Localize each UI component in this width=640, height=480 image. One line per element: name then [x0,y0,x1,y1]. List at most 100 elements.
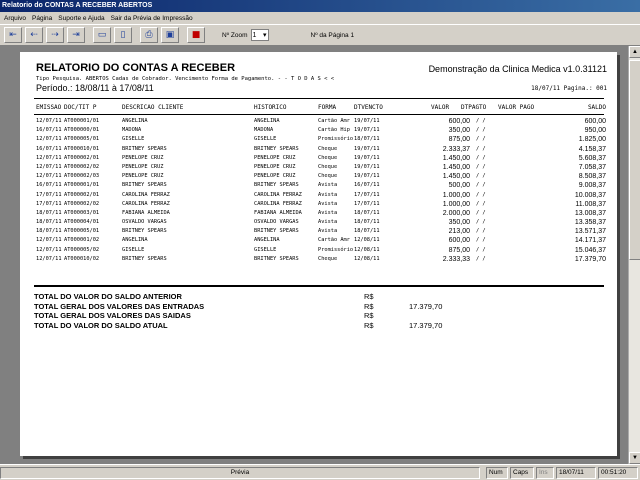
cell-saldo: 10.008,37 [574,191,606,199]
two-page-button[interactable]: ▯ [114,27,132,43]
print-icon: ⎙ [145,30,153,40]
header-historico: HISTORICO [254,104,287,111]
cell-doc: AT000002/01 [64,154,100,161]
cell-forma: Avista [318,219,338,226]
export-button[interactable]: ▣ [161,27,179,43]
next-page-icon: ⇢ [51,30,59,40]
cell-historico: PENELOPE CRUZ [254,173,296,180]
prev-page-button[interactable]: ⇠ [25,27,43,43]
cell-emissao: 16/07/11 [36,145,62,152]
cell-vencimento: 16/07/11 [354,182,380,189]
cell-historico: ANGELINA [254,118,280,124]
header-doc: DOC/TIT P [64,104,97,111]
cell-forma: Avista [318,200,338,207]
cell-doc: AT000005/02 [64,246,100,253]
first-page-button[interactable]: ⇤ [4,27,22,43]
cell-saldo: 9.008,37 [578,182,606,190]
cell-dtpag: / / [476,182,486,189]
cell-emissao: 16/07/11 [36,182,62,189]
cell-dtpag: / / [476,118,486,124]
header-saldo: SALDO [587,104,606,111]
cell-valor: 213,00 [448,228,470,236]
header-vencimento: DTVENCTO [354,104,383,111]
menu-item[interactable]: Página [32,15,52,22]
cell-historico: BRITNEY SPEARS [254,228,299,235]
company-name: Demonstração da Clinica Medica v1.0.3112… [428,64,607,74]
table-row: 12/07/11 AT000010/02 BRITNEY SPEARS BRITNEY… [36,256,606,265]
scroll-thumb[interactable] [629,60,640,260]
cell-vencimento: 18/07/11 [354,136,380,143]
cell-valor: 2.333,37 [442,145,470,153]
cell-emissao: 18/07/11 [36,228,62,235]
cell-emissao: 12/07/11 [36,173,62,180]
cell-forma: Cartão Amr [318,237,350,244]
table-row: 12/07/11 AT000005/02 GISELLE GISELLE Promiss… [36,247,606,256]
table-row: 18/07/11 AT000003/01 FABIANA ALMEIDA FABIAN… [36,210,606,219]
table-row: 12/07/11 AT000002/02 PENELOPE CRUZ PENELOPE… [36,164,606,173]
table-row: 12/07/11 AT000001/02 ANGELINA ANGELINA Cartã… [36,237,606,246]
status-date: 18/07/11 [556,467,596,479]
status-caps: Caps [510,467,534,479]
cell-emissao: 12/07/11 [36,255,62,262]
cell-historico: CAROLINA FERRAZ [254,200,302,207]
page-view-button[interactable]: ▭ [93,27,111,43]
prev-page-icon: ⇠ [30,30,38,40]
scroll-down-icon[interactable]: ▼ [629,452,640,464]
cell-dtpag: / / [476,228,486,235]
next-page-button[interactable]: ⇢ [46,27,64,43]
cell-saldo: 13.571,37 [574,228,606,236]
vertical-scrollbar[interactable]: ▲ ▼ [628,46,640,464]
cell-historico: ANGELINA [254,237,280,244]
cell-cliente: MADONA [122,127,142,134]
cell-valor: 350,00 [448,219,470,227]
scroll-up-icon[interactable]: ▲ [629,46,640,58]
menu-item[interactable]: Sair da Prévia de Impressão [111,15,193,22]
cell-doc: AT000010/01 [64,145,100,152]
cell-cliente: GISELLE [122,136,145,143]
cell-vencimento: 17/07/11 [354,200,380,207]
cell-valor: 1.000,00 [442,200,470,208]
cell-historico: GISELLE [254,246,277,253]
cell-valor: 875,00 [448,246,470,254]
cell-emissao: 12/07/11 [36,237,62,244]
header-forma: FORMA [318,104,337,111]
cell-doc: AT000002/02 [64,200,100,207]
report-date-page: 18/07/11 Pagina.: 001 [531,85,607,92]
close-button[interactable]: ■ [187,27,205,43]
menu-item[interactable]: Arquivo [4,15,26,22]
cell-saldo: 14.171,37 [574,237,606,245]
cell-emissao: 12/07/11 [36,118,62,124]
print-button[interactable]: ⎙ [140,27,158,43]
cell-forma: Avista [318,228,338,235]
cell-doc: AT000002/02 [64,163,100,170]
totals-section: TOTAL DO VALOR DO SALDO ANTERIOR R$ TOTAL … [34,292,604,330]
total-value: 17.379,70 [409,301,443,311]
cell-forma: Cartão Hip [318,127,350,134]
page-number-label: Nº da Página 1 [310,31,355,39]
zoom-select[interactable]: 1 ▾ [250,29,269,41]
cell-vencimento: 12/08/11 [354,246,380,253]
cell-vencimento: 19/07/11 [354,118,380,124]
cell-emissao: 18/07/11 [36,219,62,226]
cell-dtpag: / / [476,255,486,262]
report-filters: Tipo Pesquisa. ABERTOS Cadas de Cobrador… [36,76,335,82]
cell-cliente: BRITNEY SPEARS [122,145,167,152]
cell-saldo: 600,00 [584,118,606,125]
cell-doc: AT000005/01 [64,228,100,235]
total-currency: R$ [364,320,374,330]
cell-historico: CAROLINA FERRAZ [254,191,302,198]
cell-historico: MADONA [254,127,274,134]
last-page-button[interactable]: ⇥ [67,27,85,43]
status-ins: Ins [536,467,554,479]
cell-vencimento: 19/07/11 [354,127,380,134]
menu-item[interactable]: Suporte e Ajuda [58,15,104,22]
total-label: TOTAL GERAL DOS VALORES DAS ENTRADAS [34,301,205,311]
cell-doc: AT000010/02 [64,255,100,262]
cell-vencimento: 12/08/11 [354,237,380,244]
cell-cliente: BRITNEY SPEARS [122,255,167,262]
header-cliente: DESCRICAO CLIENTE [122,104,184,111]
total-currency: R$ [364,292,374,301]
status-mode: Prévia [0,467,480,479]
cell-historico: BRITNEY SPEARS [254,182,299,189]
cell-cliente: BRITNEY SPEARS [122,182,167,189]
